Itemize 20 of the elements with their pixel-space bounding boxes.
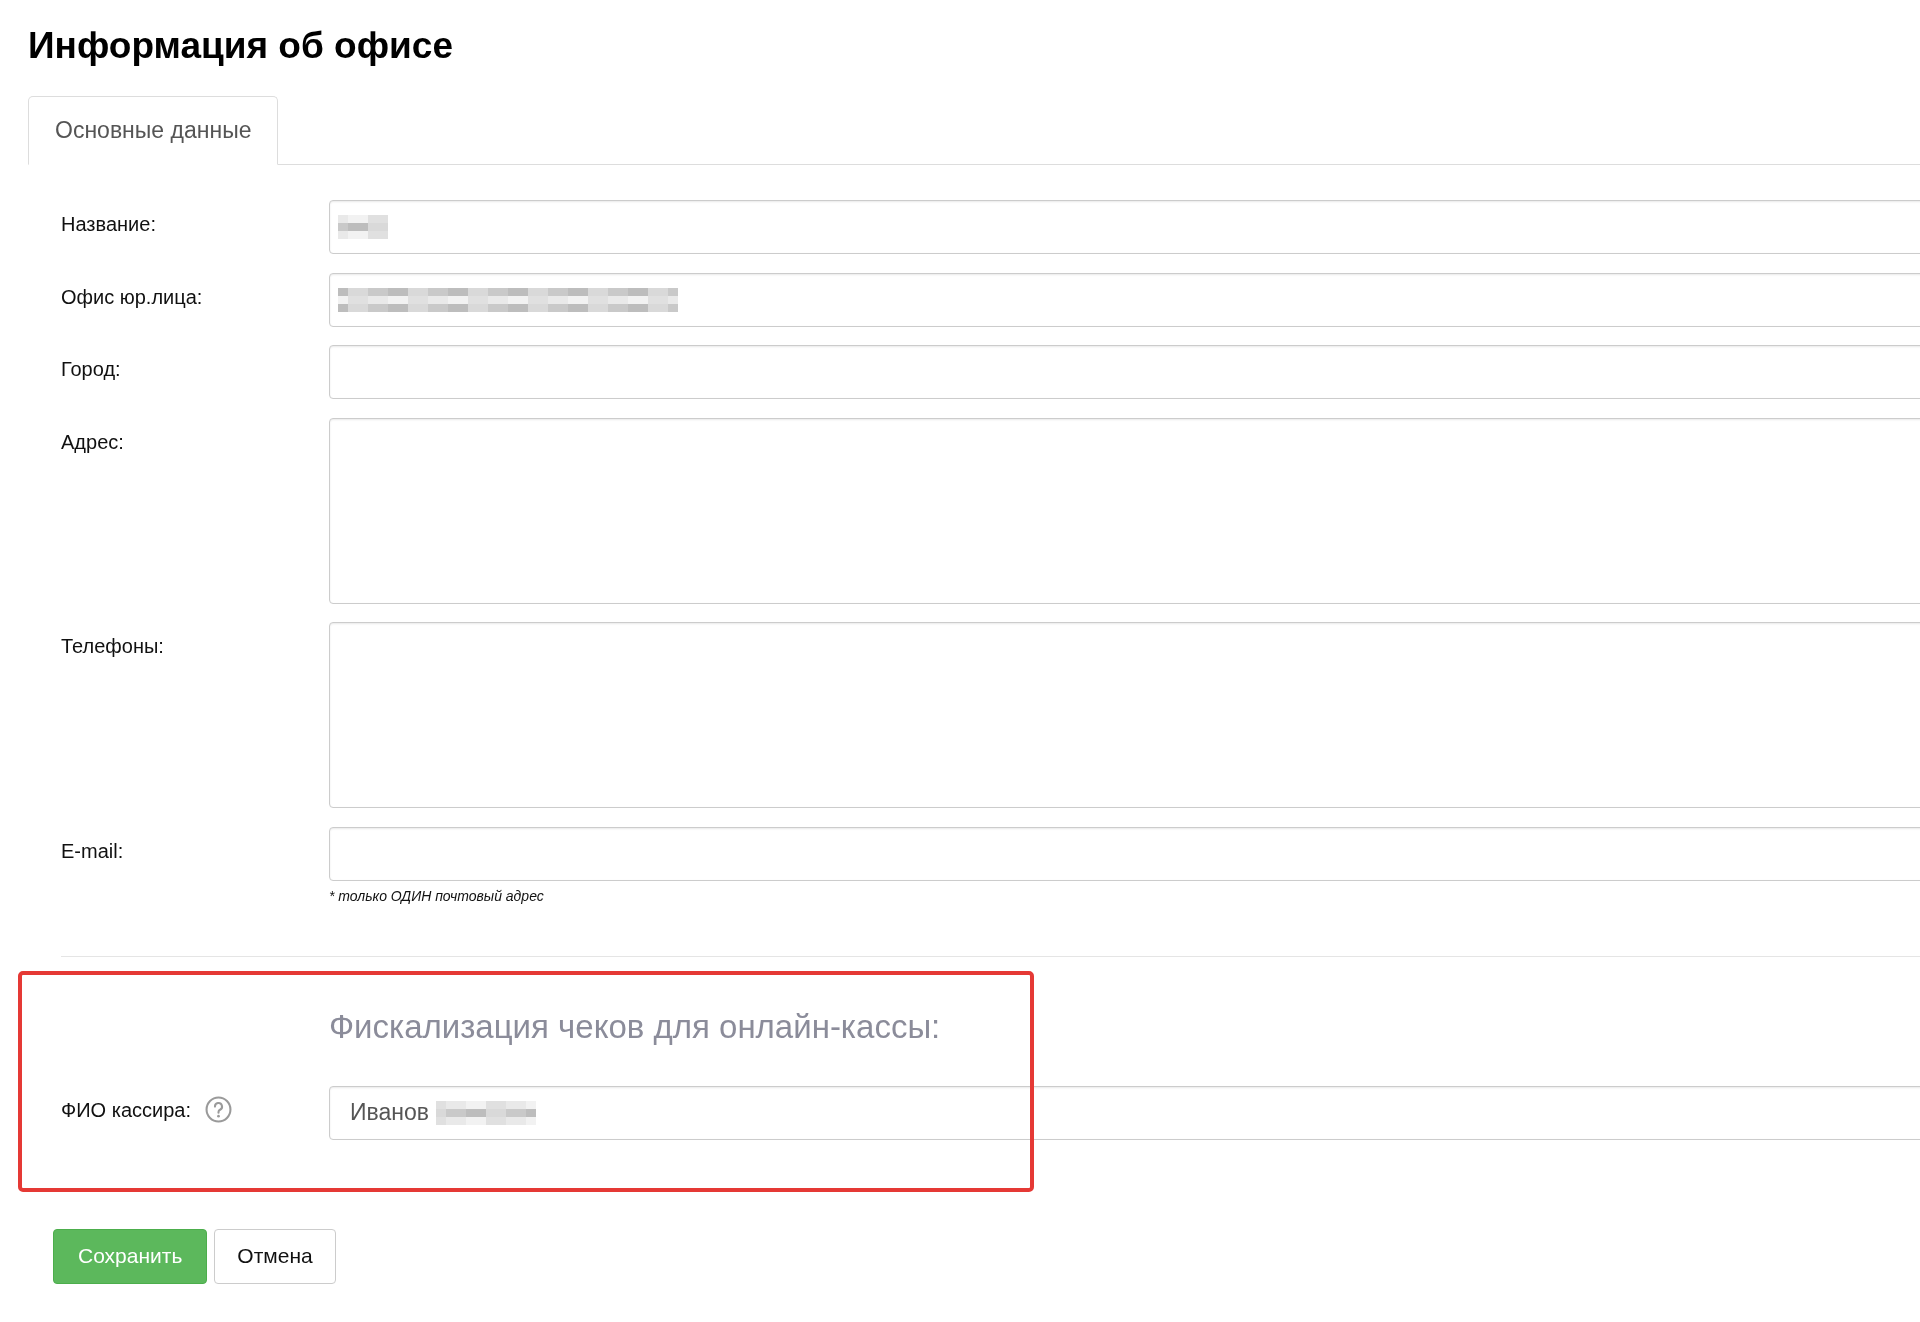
- help-icon[interactable]: [205, 1096, 232, 1123]
- field-label: ФИО кассира:: [61, 1097, 191, 1122]
- text-area[interactable]: [329, 622, 1920, 808]
- tab[interactable]: Основные данные: [28, 96, 279, 165]
- text-area[interactable]: [329, 417, 1920, 604]
- text-field[interactable]: Иванов: [329, 1085, 1920, 1140]
- field-label: E-mail:: [61, 838, 124, 863]
- page-title: Информация об офисе: [28, 24, 453, 68]
- field-label: Офис юр.лица:: [61, 284, 203, 309]
- text-field[interactable]: [329, 200, 1920, 254]
- field-label: Адрес:: [61, 429, 124, 454]
- cancel-button[interactable]: Отмена: [214, 1228, 336, 1284]
- field-label: Название:: [61, 212, 156, 236]
- text-field[interactable]: [329, 272, 1920, 327]
- text-field[interactable]: [329, 345, 1920, 399]
- field-label: Город:: [61, 357, 121, 381]
- section-heading: Фискализация чеков для онлайн-кассы:: [329, 1006, 941, 1047]
- text-field[interactable]: [329, 826, 1920, 881]
- field-label: Телефоны:: [61, 634, 164, 658]
- field-hint: * только ОДИН почтовый адрес: [329, 886, 544, 905]
